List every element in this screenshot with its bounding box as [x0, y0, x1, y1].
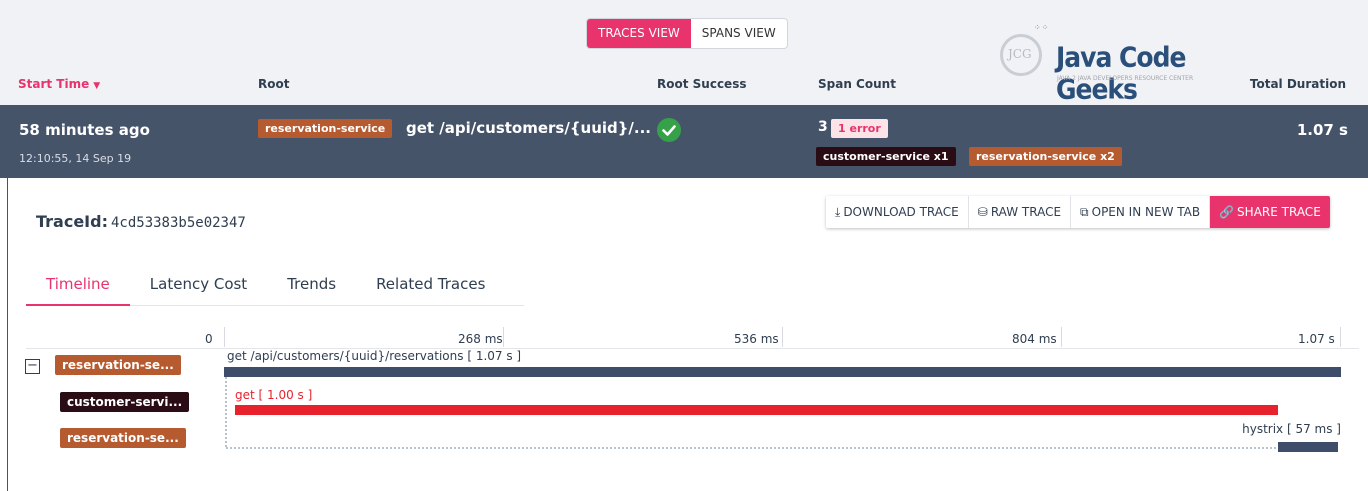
span-label: get /api/customers/{uuid}/reservations [… — [227, 349, 522, 363]
tick-label: 268 ms — [458, 332, 503, 346]
trace-start-date: 12:10:55, 14 Sep 19 — [19, 152, 132, 165]
timeline: 0 268 ms 536 ms 804 ms 1.07 s − reservat… — [8, 323, 1368, 491]
trace-id-label: TraceId: — [36, 212, 108, 231]
tab-timeline[interactable]: Timeline — [26, 272, 130, 306]
root-success-column-header[interactable]: Root Success — [657, 77, 746, 91]
span-service-tag[interactable]: reservation-se... — [55, 355, 181, 375]
logo-dots-icon: ⁘⁘ — [1034, 23, 1050, 32]
span-service-tag[interactable]: customer-servi... — [60, 392, 190, 412]
download-icon: ⤓ — [835, 205, 841, 219]
span-bar[interactable] — [224, 367, 1341, 377]
tick-line — [224, 327, 225, 347]
open-new-tab-label: OPEN IN NEW TAB — [1091, 205, 1201, 219]
span-label: hystrix [ 57 ms ] — [1242, 422, 1341, 436]
open-new-tab-button[interactable]: ⧉ OPEN IN NEW TAB — [1071, 196, 1211, 228]
timeline-axis — [26, 348, 1359, 349]
service-count-badge: customer-service x1 — [816, 147, 956, 166]
trace-actions: ⤓ DOWNLOAD TRACE ⛁ RAW TRACE ⧉ OPEN IN NEW … — [826, 196, 1330, 228]
detail-tabs: Timeline Latency Cost Trends Related Tra… — [26, 272, 524, 306]
tick-line — [1340, 327, 1341, 347]
root-column-header[interactable]: Root — [258, 77, 289, 91]
root-endpoint: get /api/customers/{uuid}/... — [406, 119, 652, 137]
tick-label: 1.07 s — [1298, 332, 1335, 346]
success-check-icon — [657, 118, 681, 142]
raw-trace-button[interactable]: ⛁ RAW TRACE — [969, 196, 1072, 228]
tick-label: 0 — [205, 332, 213, 346]
span-service-tag[interactable]: reservation-se... — [60, 428, 186, 448]
tick-label: 804 ms — [1012, 332, 1057, 346]
raw-trace-label: RAW TRACE — [990, 205, 1062, 219]
span-bar[interactable] — [235, 405, 1278, 415]
trace-row[interactable]: 58 minutes ago 12:10:55, 14 Sep 19 reser… — [0, 105, 1368, 178]
total-duration-column-header[interactable]: Total Duration — [1250, 77, 1346, 91]
link-icon: 🔗 — [1219, 205, 1235, 219]
download-trace-button[interactable]: ⤓ DOWNLOAD TRACE — [826, 196, 969, 228]
span-connector — [225, 374, 227, 447]
tick-line — [503, 327, 504, 347]
spans-view-button[interactable]: SPANS VIEW — [691, 19, 787, 48]
logo-wordmark: Java Code Geeks — [1056, 41, 1206, 105]
tick-line — [1061, 327, 1062, 347]
span-count-value: 3 — [818, 119, 828, 135]
tick-label: 536 ms — [734, 332, 779, 346]
tab-latency-cost[interactable]: Latency Cost — [130, 272, 267, 306]
share-trace-button[interactable]: 🔗 SHARE TRACE — [1210, 196, 1330, 228]
trace-id: TraceId: 4cd53383b5e02347 — [36, 212, 246, 231]
start-time-column-header[interactable]: Start Time ▼ — [18, 77, 100, 91]
error-badge: 1 error — [831, 119, 888, 138]
database-icon: ⛁ — [977, 205, 988, 219]
start-time-label: Start Time — [18, 77, 90, 91]
tick-line — [782, 327, 783, 347]
collapse-toggle-button[interactable]: − — [25, 359, 40, 374]
trace-details-panel: TraceId: 4cd53383b5e02347 ⤓ DOWNLOAD TRACE… — [7, 178, 1368, 491]
share-trace-label: SHARE TRACE — [1237, 205, 1321, 219]
view-toggle: TRACES VIEW SPANS VIEW — [587, 19, 787, 48]
logo-tagline: JAVA 2 JAVA DEVELOPERS RESOURCE CENTER — [1057, 75, 1194, 82]
total-duration-value: 1.07 s — [1296, 121, 1348, 139]
root-service-tag: reservation-service — [258, 119, 393, 138]
logo-word-a: Java — [1056, 41, 1120, 73]
span-label: get [ 1.00 s ] — [235, 388, 313, 402]
external-link-icon: ⧉ — [1080, 205, 1089, 219]
span-connector — [226, 447, 1280, 449]
logo-ring-text: JCG — [1008, 47, 1032, 61]
trace-id-value: 4cd53383b5e02347 — [110, 215, 246, 231]
span-bar[interactable] — [1278, 442, 1338, 452]
trace-list-header: TRACES VIEW SPANS VIEW ⁘⁘ JCG Java Code … — [0, 0, 1368, 105]
span-count-column-header[interactable]: Span Count — [818, 77, 896, 91]
tab-trends[interactable]: Trends — [267, 272, 356, 306]
sort-caret-icon: ▼ — [93, 81, 101, 91]
service-count-badge: reservation-service x2 — [969, 147, 1122, 166]
java-code-geeks-logo: ⁘⁘ JCG Java Code Geeks JAVA 2 JAVA DEVEL… — [996, 20, 1206, 105]
trace-start-relative: 58 minutes ago — [19, 121, 150, 139]
tab-related-traces[interactable]: Related Traces — [356, 272, 505, 306]
download-trace-label: DOWNLOAD TRACE — [843, 205, 959, 219]
traces-view-button[interactable]: TRACES VIEW — [587, 19, 691, 48]
